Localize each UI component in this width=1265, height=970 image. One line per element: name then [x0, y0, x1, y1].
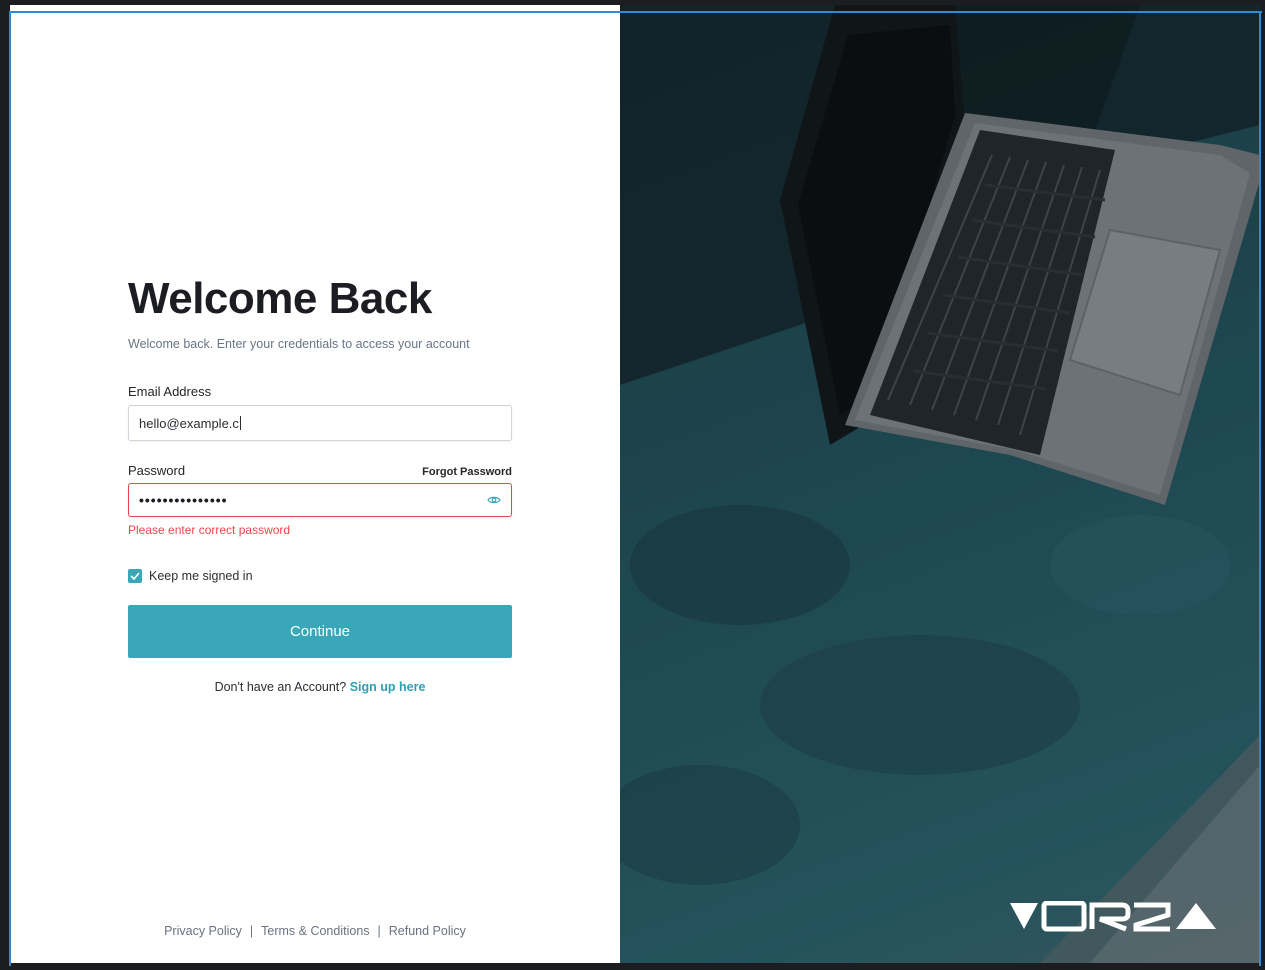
continue-button[interactable]: Continue	[128, 605, 512, 658]
footer-separator: |	[377, 924, 381, 938]
vorza-logo	[1010, 900, 1220, 933]
login-panel: Welcome Back Welcome back. Enter your cr…	[10, 5, 620, 963]
text-caret	[239, 416, 241, 430]
forgot-password-link[interactable]: Forgot Password	[422, 466, 512, 478]
eye-icon[interactable]	[487, 493, 501, 507]
keep-signed-in-label[interactable]: Keep me signed in	[149, 569, 253, 583]
selection-border-left	[9, 11, 11, 966]
password-error-message: Please enter correct password	[128, 523, 291, 537]
keep-signed-in-row: Keep me signed in	[128, 569, 512, 583]
login-window: Welcome Back Welcome back. Enter your cr…	[10, 5, 1260, 963]
password-value: •••••••••••••••	[139, 492, 228, 508]
page-title: Welcome Back	[128, 274, 432, 323]
page-subtitle: Welcome back. Enter your credentials to …	[128, 337, 470, 351]
terms-link[interactable]: Terms & Conditions	[261, 924, 369, 938]
checkmark-icon	[130, 572, 140, 580]
email-value: hello@example.c	[139, 415, 239, 431]
footer-separator: |	[249, 924, 254, 938]
login-form: Welcome Back Welcome back. Enter your cr…	[128, 273, 512, 694]
selection-border-top	[10, 11, 1262, 13]
laptop-illustration	[620, 5, 1260, 963]
email-label: Email Address	[128, 384, 212, 399]
password-label: Password	[128, 463, 186, 478]
email-field[interactable]: hello@example.c	[128, 405, 512, 441]
selection-border-right	[1259, 11, 1261, 966]
signup-prompt: Don't have an Account? Sign up here	[128, 680, 512, 694]
refund-policy-link[interactable]: Refund Policy	[389, 924, 466, 938]
password-label-row: Password Forgot Password	[128, 463, 512, 478]
footer-links: Privacy Policy | Terms & Conditions | Refund…	[10, 924, 620, 938]
no-account-text: Don't have an Account?	[214, 680, 347, 694]
keep-signed-in-checkbox[interactable]	[128, 569, 142, 583]
password-field[interactable]: •••••••••••••••	[128, 483, 512, 517]
signup-link[interactable]: Sign up here	[350, 680, 426, 694]
privacy-policy-link[interactable]: Privacy Policy	[164, 924, 242, 938]
hero-image	[620, 5, 1260, 963]
